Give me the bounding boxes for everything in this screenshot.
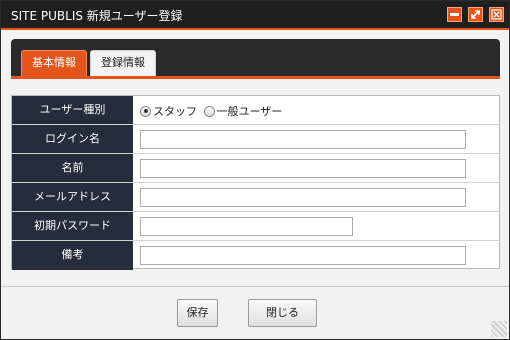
email-input[interactable]	[140, 188, 466, 207]
form-row-email: メールアドレス	[12, 183, 499, 212]
radio-general-user-label[interactable]: 一般ユーザー	[217, 105, 283, 118]
login-name-input[interactable]	[140, 130, 466, 149]
resize-grip[interactable]	[491, 321, 507, 337]
initial-password-input[interactable]	[140, 217, 353, 236]
title-bar[interactable]: SITE PUBLIS 新規ユーザー登録	[1, 1, 509, 30]
maximize-icon	[471, 10, 480, 19]
form-row-user-type: ユーザー種別 スタッフ 一般ユーザー	[12, 96, 499, 125]
form-row-initial-password: 初期パスワード	[12, 212, 499, 241]
form-row-notes: 備考	[12, 241, 499, 270]
email-label: メールアドレス	[34, 190, 111, 203]
maximize-button[interactable]	[468, 7, 483, 22]
dialog-window: SITE PUBLIS 新規ユーザー登録 基本情報 登録情報 ユーザー種別 スタ…	[0, 0, 510, 340]
notes-input[interactable]	[140, 246, 466, 265]
window-title: SITE PUBLIS 新規ユーザー登録	[11, 9, 183, 23]
tab-strip: 基本情報 登録情報	[11, 39, 500, 79]
login-name-label: ログイン名	[45, 132, 100, 145]
radio-staff[interactable]	[140, 105, 151, 117]
name-label: 名前	[61, 161, 84, 174]
user-type-label: ユーザー種別	[39, 103, 106, 116]
close-icon	[491, 9, 502, 20]
form-row-login-name: ログイン名	[12, 125, 499, 154]
tab-registration-info[interactable]: 登録情報	[90, 50, 156, 76]
save-button[interactable]: 保存	[177, 299, 218, 327]
close-button[interactable]: 閉じる	[248, 299, 317, 327]
user-form: ユーザー種別 スタッフ 一般ユーザー ログイン名 名前 メールアドレス 初期パス…	[11, 95, 500, 270]
radio-general-user[interactable]	[203, 105, 215, 117]
tab-basic-info[interactable]: 基本情報	[21, 50, 87, 76]
initial-password-label: 初期パスワード	[34, 219, 111, 232]
user-type-radio-group: スタッフ 一般ユーザー	[140, 103, 285, 119]
minimize-button[interactable]	[447, 7, 462, 22]
name-input[interactable]	[140, 159, 466, 178]
form-row-name: 名前	[12, 154, 499, 183]
close-window-button[interactable]	[489, 7, 504, 22]
minimize-icon	[450, 13, 459, 16]
radio-staff-label[interactable]: スタッフ	[153, 105, 197, 118]
footer-divider	[1, 286, 509, 287]
notes-label: 備考	[61, 248, 84, 261]
